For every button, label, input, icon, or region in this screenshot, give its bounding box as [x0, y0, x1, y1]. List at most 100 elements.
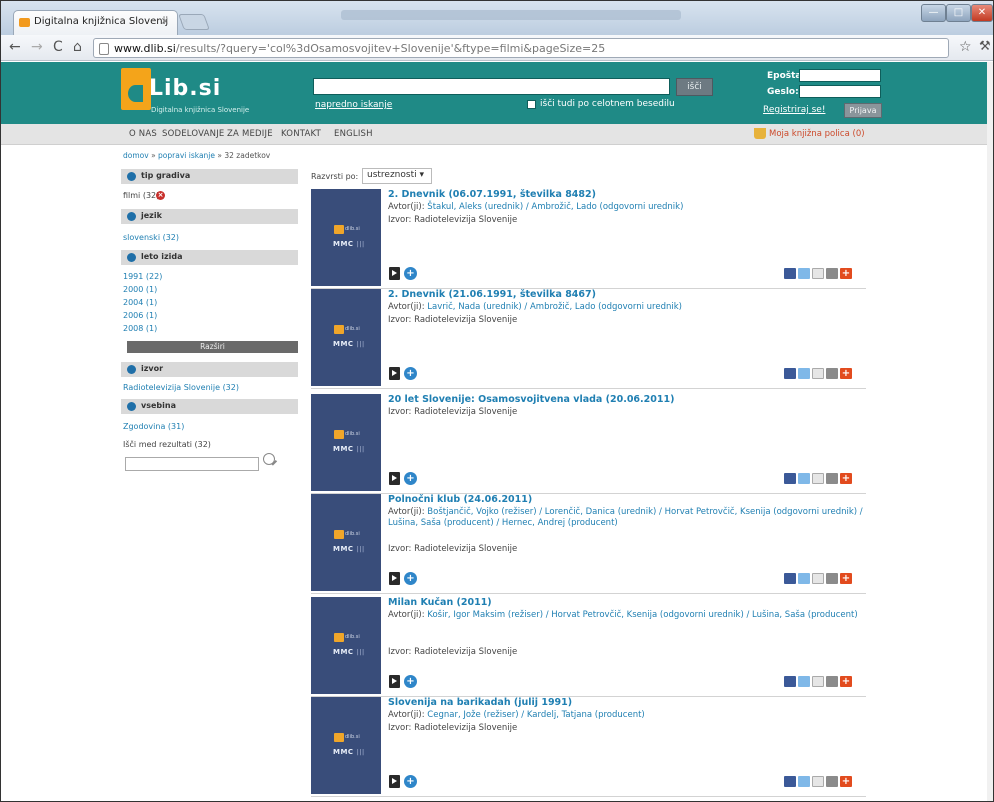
authors-links[interactable]: Cegnar, Jože (režiser) / Kardelj, Tatjan… [427, 710, 644, 720]
expand-button[interactable]: Razširi [127, 341, 298, 353]
result-title[interactable]: Milan Kučan (2011) [388, 597, 492, 608]
result-title[interactable]: 2. Dnevnik (21.06.1991, številka 8467) [388, 289, 596, 300]
facet-source-value[interactable]: Radiotelevizija Slovenije (32) [123, 383, 239, 392]
result-thumbnail[interactable]: dlib.si MMC [311, 394, 381, 491]
menu-item-contact[interactable]: KONTAKT [281, 129, 321, 139]
email-field[interactable] [799, 69, 881, 82]
facet-content-value[interactable]: Zgodovina (31) [123, 422, 184, 431]
new-tab-button[interactable] [178, 14, 210, 30]
facet-year-item[interactable]: 1991 (22) [123, 272, 162, 281]
register-link[interactable]: Registriraj se! [763, 105, 825, 115]
result-thumbnail[interactable]: dlib.si MMC [311, 189, 381, 286]
print-icon[interactable] [826, 473, 838, 484]
facebook-icon[interactable] [784, 776, 796, 787]
authors-links[interactable]: Košir, Igor Maksim (režiser) / Horvat Pe… [427, 610, 857, 620]
bookmark-star-icon[interactable]: ☆ [959, 39, 972, 55]
facet-head-type[interactable]: tip gradiva [121, 169, 298, 184]
share-plus-icon[interactable]: + [840, 676, 852, 687]
facebook-icon[interactable] [784, 268, 796, 279]
my-shelf-link[interactable]: Moja knjižna polica (0) [769, 129, 865, 139]
address-bar[interactable]: www.dlib.si/results/?query='col%3dOsamos… [93, 38, 949, 58]
result-title[interactable]: 20 let Slovenije: Osamosvojitvena vlada … [388, 394, 674, 405]
authors-links[interactable]: Lavrič, Nada (urednik) / Ambrožič, Lado … [427, 302, 682, 312]
share-plus-icon[interactable]: + [840, 473, 852, 484]
authors-links[interactable]: Boštjančič, Vojko (režiser) / Lorenčič, … [388, 507, 863, 528]
add-to-shelf-icon[interactable]: + [404, 472, 417, 485]
menu-item-media[interactable]: ZA MEDIJE [227, 129, 273, 139]
twitter-icon[interactable] [798, 368, 810, 379]
share-plus-icon[interactable]: + [840, 368, 852, 379]
facet-year-item[interactable]: 2006 (1) [123, 311, 157, 320]
twitter-icon[interactable] [798, 268, 810, 279]
scrollbar[interactable] [987, 62, 993, 801]
result-title[interactable]: 2. Dnevnik (06.07.1991, številka 8482) [388, 189, 596, 200]
facet-year-item[interactable]: 2008 (1) [123, 324, 157, 333]
back-arrow-icon[interactable]: ← [9, 39, 21, 55]
share-plus-icon[interactable]: + [840, 573, 852, 584]
breadcrumb-refine[interactable]: popravi iskanje [158, 151, 215, 160]
share-plus-icon[interactable]: + [840, 776, 852, 787]
email-icon[interactable] [812, 473, 824, 484]
sort-select[interactable]: ustreznosti ▾ [362, 168, 432, 184]
result-thumbnail[interactable]: dlib.si MMC [311, 494, 381, 591]
login-button[interactable]: Prijava [844, 103, 882, 118]
result-title[interactable]: Polnočni klub (24.06.2011) [388, 494, 532, 505]
forward-arrow-icon[interactable]: → [31, 39, 43, 55]
menu-item-cooperation[interactable]: SODELOVANJE [162, 129, 225, 139]
play-document-icon[interactable] [389, 675, 400, 688]
add-to-shelf-icon[interactable]: + [404, 267, 417, 280]
twitter-icon[interactable] [798, 473, 810, 484]
maximize-button[interactable]: □ [946, 4, 971, 22]
twitter-icon[interactable] [798, 676, 810, 687]
print-icon[interactable] [826, 268, 838, 279]
facebook-icon[interactable] [784, 676, 796, 687]
reload-icon[interactable]: C [53, 39, 63, 55]
email-icon[interactable] [812, 368, 824, 379]
logo-text[interactable]: Lib.si [149, 76, 221, 101]
tab-close-icon[interactable]: × [161, 16, 169, 27]
facet-year-item[interactable]: 2004 (1) [123, 298, 157, 307]
email-icon[interactable] [812, 268, 824, 279]
facet-year-item[interactable]: 2000 (1) [123, 285, 157, 294]
menu-item-about[interactable]: O NAS [129, 129, 157, 139]
search-icon[interactable] [263, 453, 275, 465]
search-button[interactable]: išči [676, 78, 713, 96]
facebook-icon[interactable] [784, 368, 796, 379]
wrench-menu-icon[interactable]: ⚒ [979, 39, 991, 54]
result-thumbnail[interactable]: dlib.si MMC [311, 597, 381, 694]
result-title[interactable]: Slovenija na barikadah (julij 1991) [388, 697, 572, 708]
email-icon[interactable] [812, 776, 824, 787]
facet-head-language[interactable]: jezik [121, 209, 298, 224]
print-icon[interactable] [826, 368, 838, 379]
facet-head-source[interactable]: izvor [121, 362, 298, 377]
authors-links[interactable]: Štakul, Aleks (urednik) / Ambrožič, Lado… [427, 202, 683, 212]
result-thumbnail[interactable]: dlib.si MMC [311, 697, 381, 794]
twitter-icon[interactable] [798, 776, 810, 787]
breadcrumb-home[interactable]: domov [123, 151, 149, 160]
browser-tab[interactable]: Digitalna knjižnica Slovenij × [13, 10, 178, 35]
refine-search-input[interactable] [125, 457, 259, 471]
facebook-icon[interactable] [784, 473, 796, 484]
share-plus-icon[interactable]: + [840, 268, 852, 279]
add-to-shelf-icon[interactable]: + [404, 675, 417, 688]
email-icon[interactable] [812, 573, 824, 584]
play-document-icon[interactable] [389, 775, 400, 788]
advanced-search-link[interactable]: napredno iskanje [315, 100, 392, 110]
twitter-icon[interactable] [798, 573, 810, 584]
password-field[interactable] [799, 85, 881, 98]
play-document-icon[interactable] [389, 572, 400, 585]
facet-head-content[interactable]: vsebina [121, 399, 298, 414]
play-document-icon[interactable] [389, 367, 400, 380]
menu-item-english[interactable]: ENGLISH [334, 129, 373, 139]
facebook-icon[interactable] [784, 573, 796, 584]
print-icon[interactable] [826, 776, 838, 787]
add-to-shelf-icon[interactable]: + [404, 367, 417, 380]
print-icon[interactable] [826, 573, 838, 584]
fulltext-checkbox[interactable] [527, 100, 536, 109]
play-document-icon[interactable] [389, 267, 400, 280]
home-icon[interactable]: ⌂ [73, 39, 82, 55]
close-window-button[interactable]: ✕ [971, 4, 993, 22]
remove-filter-icon[interactable]: × [156, 191, 165, 200]
print-icon[interactable] [826, 676, 838, 687]
add-to-shelf-icon[interactable]: + [404, 572, 417, 585]
